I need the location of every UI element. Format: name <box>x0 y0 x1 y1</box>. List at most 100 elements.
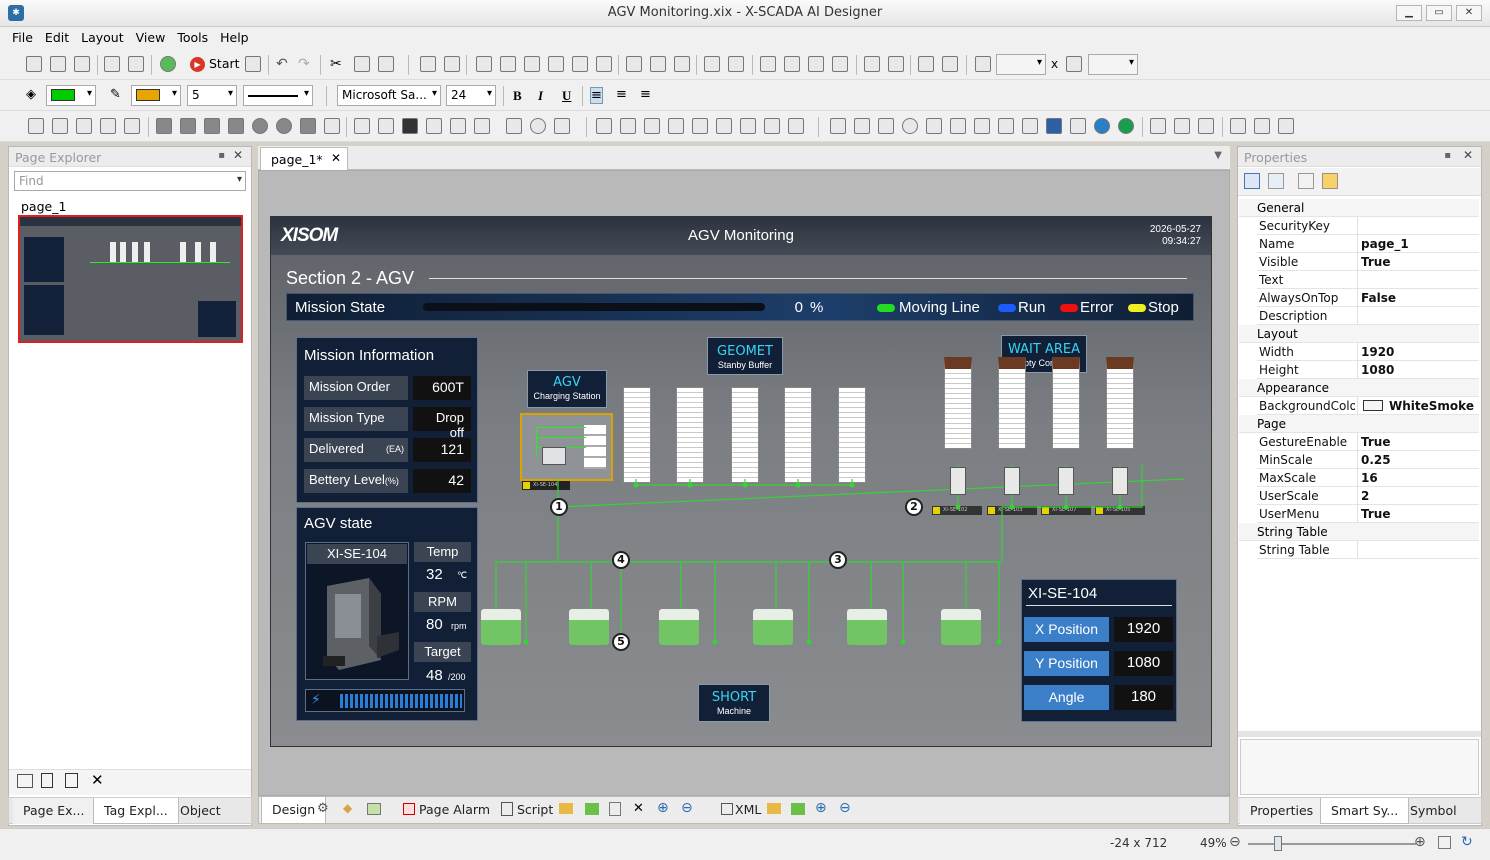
arc-shape-tool-icon[interactable] <box>324 118 340 134</box>
panel-tool-icon[interactable] <box>620 118 636 134</box>
prop-always-on-top[interactable]: AlwaysOnTop False <box>1257 289 1479 307</box>
tab-close-icon[interactable]: ✕ <box>331 151 341 165</box>
radio-tool-icon[interactable] <box>902 118 918 134</box>
prop-description[interactable]: Description <box>1257 307 1479 325</box>
paste-icon[interactable] <box>378 56 394 72</box>
width-input[interactable] <box>996 54 1046 75</box>
rect-tool-icon[interactable] <box>180 118 196 134</box>
circle-tool-icon[interactable] <box>252 118 268 134</box>
categorized-icon[interactable] <box>1244 173 1260 189</box>
open-script-icon[interactable] <box>559 803 573 814</box>
machine-station-5[interactable] <box>847 609 887 645</box>
chevron-down-icon[interactable]: ▾ <box>237 174 242 185</box>
category-page[interactable]: Page <box>1239 415 1479 433</box>
arc-tool-icon[interactable] <box>124 118 140 134</box>
text-tool-icon[interactable] <box>378 118 394 134</box>
property-description-splitter[interactable] <box>1238 731 1481 737</box>
width-icon[interactable] <box>975 56 991 72</box>
video-tool-icon[interactable] <box>450 118 466 134</box>
zoom-out-icon[interactable]: ⊖ <box>1229 834 1241 850</box>
minimize-button[interactable]: ▁ <box>1396 5 1422 21</box>
shield-tool-icon[interactable] <box>1046 118 1062 134</box>
table-tool-icon[interactable] <box>402 118 418 134</box>
copy-icon[interactable] <box>354 56 370 72</box>
export-xml-icon[interactable] <box>791 803 805 815</box>
close-icon[interactable]: ✕ <box>233 148 243 162</box>
machine-station-6[interactable] <box>941 609 981 645</box>
zoom-slider[interactable] <box>1248 836 1416 851</box>
prop-width[interactable]: Width 1920 <box>1257 343 1479 361</box>
machine-station-1[interactable] <box>481 609 521 645</box>
screenshot-icon[interactable] <box>17 774 33 788</box>
zoom-in-icon[interactable]: ⊕ <box>657 800 669 816</box>
align-right-icon[interactable] <box>524 56 540 72</box>
trend-tool-icon[interactable] <box>644 118 660 134</box>
sheet-tool-icon[interactable] <box>1198 118 1214 134</box>
font-size-select[interactable]: 24 <box>446 85 496 106</box>
curve-tool-icon[interactable] <box>100 118 116 134</box>
eraser-icon[interactable]: ◆ <box>343 801 352 815</box>
prop-user-menu[interactable]: UserMenu True <box>1257 505 1479 523</box>
prop-max-scale[interactable]: MaxScale 16 <box>1257 469 1479 487</box>
grid-tool-icon[interactable] <box>926 118 942 134</box>
send-back-icon[interactable] <box>784 56 800 72</box>
triangle-tool-icon[interactable] <box>156 118 172 134</box>
tab-xml[interactable]: XML <box>725 797 771 823</box>
align-bottom-icon[interactable] <box>596 56 612 72</box>
bring-front-icon[interactable] <box>760 56 776 72</box>
line-color-picker[interactable] <box>131 85 181 106</box>
menu-tools[interactable]: Tools <box>171 27 214 48</box>
close-icon[interactable]: ✕ <box>1463 148 1473 162</box>
duplicate-page-icon[interactable] <box>65 773 78 788</box>
text-align-right-icon[interactable]: ≡ <box>640 87 651 102</box>
fill-color-picker[interactable] <box>46 85 96 106</box>
gear-icon[interactable]: ⚙ <box>317 801 329 816</box>
category-appearance[interactable]: Appearance <box>1239 379 1479 397</box>
scale-tool-icon[interactable] <box>668 118 684 134</box>
undo-icon[interactable]: ↶ <box>276 56 292 72</box>
line-tool-icon[interactable] <box>28 118 44 134</box>
frame-tool-icon[interactable] <box>974 118 990 134</box>
export-script-icon[interactable] <box>585 803 599 815</box>
property-pages-icon[interactable] <box>1298 173 1314 189</box>
doc-tab[interactable]: page_1* ✕ <box>260 147 348 170</box>
list-tool-icon[interactable] <box>950 118 966 134</box>
publish-icon[interactable] <box>128 56 144 72</box>
close-button[interactable]: ✕ <box>1456 5 1482 21</box>
save-all-icon[interactable] <box>104 56 120 72</box>
tab-tag-explorer[interactable]: Tag Expl... <box>93 798 179 824</box>
prop-name[interactable]: Name page_1 <box>1257 235 1479 253</box>
pie-tool-icon[interactable] <box>300 118 316 134</box>
hmi-screen[interactable]: XISOM AGV Monitoring 2026-05-27 09:34:27… <box>270 216 1212 747</box>
network-tool-icon[interactable] <box>1070 118 1086 134</box>
pipe-tool-icon[interactable] <box>474 118 490 134</box>
text-align-left-icon[interactable]: ≡ <box>590 87 603 104</box>
tools-icon[interactable]: ✕ <box>633 801 644 816</box>
globe-tool-icon[interactable] <box>1118 118 1134 134</box>
new-file-icon[interactable] <box>26 56 42 72</box>
debug-icon[interactable] <box>245 56 261 72</box>
rotate-icon[interactable] <box>942 56 958 72</box>
pen-icon[interactable]: ✎ <box>110 87 126 103</box>
font2-tool-icon[interactable] <box>1174 118 1190 134</box>
prop-gesture-enable[interactable]: GestureEnable True <box>1257 433 1479 451</box>
hexagon-tool-icon[interactable] <box>228 118 244 134</box>
prop-text[interactable]: Text <box>1257 271 1479 289</box>
pin-icon[interactable]: ▪ <box>218 150 225 161</box>
font-tool-icon[interactable] <box>1150 118 1166 134</box>
align-left-icon[interactable] <box>476 56 492 72</box>
button-tool-icon[interactable] <box>764 118 780 134</box>
backward-icon[interactable] <box>832 56 848 72</box>
new-page-icon[interactable] <box>41 773 53 788</box>
flip-h-icon[interactable] <box>864 56 880 72</box>
tab-properties[interactable]: Properties <box>1240 798 1324 824</box>
prop-height[interactable]: Height 1080 <box>1257 361 1479 379</box>
menu-edit[interactable]: Edit <box>39 27 75 48</box>
earth-tool-icon[interactable] <box>1094 118 1110 134</box>
check-icon[interactable] <box>160 56 176 72</box>
machine-station-4[interactable] <box>753 609 793 645</box>
xml-zoom-in-icon[interactable]: ⊕ <box>815 800 827 816</box>
tab-list-chevron-icon[interactable]: ▼ <box>1214 150 1222 161</box>
same-size-icon[interactable] <box>674 56 690 72</box>
ungroup-icon[interactable] <box>444 56 460 72</box>
